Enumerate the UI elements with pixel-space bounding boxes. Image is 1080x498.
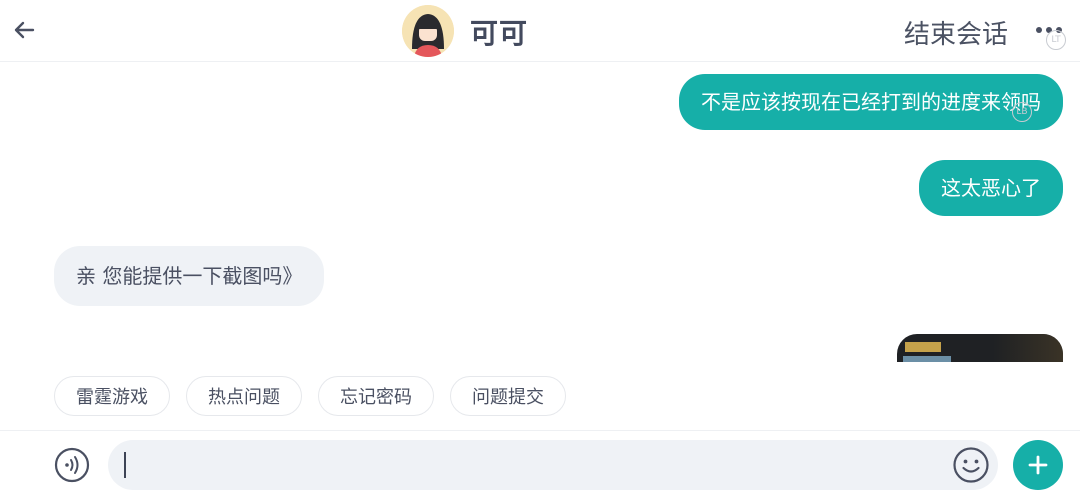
end-session-button[interactable]: 结束会话	[904, 14, 1008, 51]
message-input[interactable]	[108, 440, 998, 490]
plus-icon	[1028, 455, 1048, 475]
back-button[interactable]	[8, 12, 40, 48]
quick-reply-chip[interactable]: 雷霆游戏	[54, 376, 170, 416]
quick-reply-chip[interactable]: 问题提交	[450, 376, 566, 416]
input-bar	[0, 430, 1080, 498]
add-attachment-button[interactable]	[1013, 440, 1063, 490]
message-outgoing: 这太恶心了	[919, 160, 1063, 216]
smiley-icon	[953, 447, 989, 483]
watermark-badge-icon: LT	[1046, 30, 1066, 50]
quick-replies: 雷霆游戏 热点问题 忘记密码 问题提交	[54, 376, 566, 416]
text-cursor	[124, 452, 126, 478]
quick-reply-chip[interactable]: 忘记密码	[318, 376, 434, 416]
chat-messages: 不是应该按现在已经打到的进度来领吗 LB 这太恶心了 亲 您能提供一下截图吗》	[0, 62, 1080, 362]
voice-icon	[54, 447, 90, 483]
watermark-badge-icon: LB	[1012, 102, 1032, 122]
quick-reply-chip[interactable]: 热点问题	[186, 376, 302, 416]
agent-avatar	[402, 5, 454, 57]
message-outgoing: 不是应该按现在已经打到的进度来领吗	[679, 74, 1063, 130]
image-message-thumbnail[interactable]	[897, 334, 1063, 362]
message-incoming: 亲 您能提供一下截图吗》	[54, 246, 325, 306]
page-title: 可可	[470, 17, 529, 50]
emoji-button[interactable]	[952, 446, 990, 484]
back-arrow-icon	[14, 21, 35, 39]
chat-header: 可可 结束会话 LT	[0, 0, 1080, 62]
voice-input-button[interactable]	[54, 447, 90, 483]
